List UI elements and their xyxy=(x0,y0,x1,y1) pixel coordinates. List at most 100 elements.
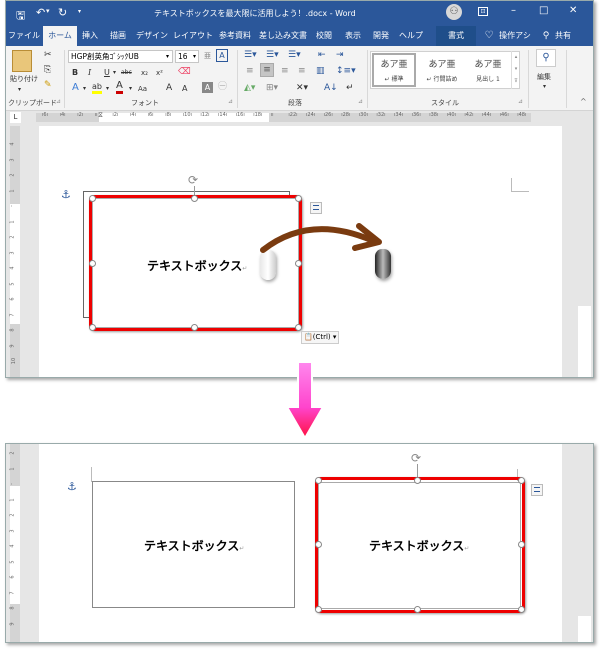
resize-handle[interactable] xyxy=(414,477,421,484)
resize-handle[interactable] xyxy=(89,324,96,331)
sort-icon[interactable]: A↓ xyxy=(324,82,338,94)
style-item-normal[interactable]: あア亜 ↵ 標準 xyxy=(372,53,416,87)
clear-formatting-icon[interactable]: ⌫ xyxy=(178,66,191,78)
distributed-icon[interactable]: ▥ xyxy=(316,65,325,77)
save-icon[interactable]: 🖫 xyxy=(16,7,25,26)
resize-handle[interactable] xyxy=(295,324,302,331)
borders-icon[interactable]: ⊞▾ xyxy=(266,82,278,94)
format-painter-icon[interactable]: ✎ xyxy=(44,79,52,91)
rotate-handle-icon[interactable]: ⟳ xyxy=(411,451,421,465)
increase-indent-icon[interactable]: ⇥ xyxy=(336,49,344,61)
resize-handle[interactable] xyxy=(518,606,525,613)
tab-help[interactable]: ヘルプ xyxy=(396,26,426,46)
underline-button[interactable]: U xyxy=(104,67,110,79)
line-spacing-icon[interactable]: ↕≡▾ xyxy=(336,65,356,77)
shrink-font-button[interactable]: A xyxy=(182,83,187,95)
find-icon[interactable]: ⚲ xyxy=(536,49,556,67)
tab-view[interactable]: 表示 xyxy=(340,26,366,46)
styles-launcher-icon[interactable]: ⊿ xyxy=(518,96,523,108)
resize-handle[interactable] xyxy=(191,324,198,331)
paste-options-button[interactable]: 📋(Ctrl) ▾ xyxy=(301,331,340,344)
minimize-button[interactable]: – xyxy=(511,5,516,16)
scrollbar-thumb[interactable] xyxy=(578,306,591,377)
resize-handle[interactable] xyxy=(518,541,525,548)
shading-icon[interactable]: ◭▾ xyxy=(244,82,255,94)
resize-handle[interactable] xyxy=(414,606,421,613)
account-icon[interactable]: ⚇ xyxy=(446,4,462,20)
italic-button[interactable]: I xyxy=(88,67,91,79)
vertical-scrollbar[interactable] xyxy=(576,444,593,642)
highlight-color-icon[interactable]: ab xyxy=(92,82,102,94)
undo-icon[interactable]: ↶ xyxy=(36,6,45,19)
vertical-scrollbar[interactable] xyxy=(576,111,593,377)
rotate-handle-icon[interactable]: ⟳ xyxy=(188,173,198,187)
collapse-ribbon-icon[interactable]: ^ xyxy=(580,96,587,108)
tab-layout[interactable]: レイアウト xyxy=(172,26,214,46)
tab-home[interactable]: ホーム xyxy=(43,26,77,46)
resize-handle[interactable] xyxy=(89,260,96,267)
style-item-heading1[interactable]: あア亜 見出し 1 xyxy=(466,55,510,89)
copy-icon[interactable]: ⎘ xyxy=(44,64,51,76)
styles-scroll[interactable]: ▴ ▾ ⊽ xyxy=(511,51,520,89)
paragraph-launcher-icon[interactable]: ⊿ xyxy=(358,96,363,108)
scrollbar-thumb[interactable] xyxy=(578,616,591,642)
align-left-icon[interactable]: ≡ xyxy=(246,65,254,77)
align-center-icon[interactable]: ≡ xyxy=(260,63,274,77)
character-shading-icon[interactable]: A xyxy=(202,82,213,93)
tab-design[interactable]: デザイン xyxy=(134,26,170,46)
paste-label[interactable]: 貼り付け xyxy=(10,74,38,84)
font-name-select[interactable]: HGP創英角ｺﾞｼｯｸUB ▾ xyxy=(68,50,173,63)
resize-handle[interactable] xyxy=(89,195,96,202)
text-effects-icon[interactable]: A xyxy=(72,82,79,94)
tab-format[interactable]: 書式 xyxy=(436,26,476,46)
style-item-no-spacing[interactable]: あア亜 ↵ 行間詰め xyxy=(420,55,464,89)
resize-handle[interactable] xyxy=(315,606,322,613)
superscript-button[interactable]: x² xyxy=(156,67,163,79)
tell-me-search[interactable]: 操作アシ xyxy=(495,26,535,46)
underline-dropdown-icon[interactable]: ▾ xyxy=(113,67,116,79)
subscript-button[interactable]: x₂ xyxy=(141,67,148,79)
tab-mailings[interactable]: 差し込み文書 xyxy=(258,26,308,46)
align-right-icon[interactable]: ≡ xyxy=(281,65,289,77)
close-button[interactable]: ✕ xyxy=(569,5,577,16)
character-border-icon[interactable]: A xyxy=(216,49,228,62)
resize-handle[interactable] xyxy=(295,260,302,267)
tab-developer[interactable]: 開発 xyxy=(368,26,394,46)
layout-options-icon[interactable] xyxy=(310,202,322,214)
chevron-down-icon[interactable]: ▾ xyxy=(83,83,86,95)
paste-icon[interactable] xyxy=(12,50,32,72)
tab-review[interactable]: 校閲 xyxy=(311,26,337,46)
font-color-icon[interactable]: A xyxy=(116,81,123,94)
tab-selector-icon[interactable]: L xyxy=(10,112,21,123)
tab-file[interactable]: ファイル xyxy=(6,26,42,46)
show-formatting-icon[interactable]: ↵ xyxy=(346,82,354,94)
undo-dropdown-icon[interactable]: ▾ xyxy=(46,7,50,15)
resize-handle[interactable] xyxy=(295,195,302,202)
redo-icon[interactable]: ↻ xyxy=(58,6,67,19)
strikethrough-button[interactable]: abc xyxy=(121,67,132,79)
maximize-button[interactable]: □ xyxy=(539,5,548,16)
tab-draw[interactable]: 描画 xyxy=(105,26,131,46)
resize-handle[interactable] xyxy=(315,541,322,548)
resize-handle[interactable] xyxy=(315,477,322,484)
bullets-icon[interactable]: ☰▾ xyxy=(244,49,257,61)
enclosed-character-icon[interactable]: ㊀ xyxy=(218,81,227,93)
decrease-indent-icon[interactable]: ⇤ xyxy=(318,49,326,61)
cut-icon[interactable]: ✂ xyxy=(44,49,52,61)
multilevel-list-icon[interactable]: ☰▾ xyxy=(288,49,301,61)
grow-font-button[interactable]: A xyxy=(166,82,172,94)
justify-icon[interactable]: ≡ xyxy=(298,65,306,77)
ribbon-display-options-icon[interactable]: ⊡ xyxy=(478,7,488,16)
customize-qat-icon[interactable]: ▾ xyxy=(78,8,81,15)
change-case-button[interactable]: Aa xyxy=(138,83,147,95)
tab-insert[interactable]: 挿入 xyxy=(78,26,102,46)
phonetic-guide-icon[interactable]: 亜 xyxy=(204,50,211,62)
font-launcher-icon[interactable]: ⊿ xyxy=(228,96,233,108)
clipboard-launcher-icon[interactable]: ⊿ xyxy=(56,96,61,108)
paste-dropdown-icon[interactable]: ▾ xyxy=(18,84,21,96)
tab-references[interactable]: 参考資料 xyxy=(216,26,254,46)
chevron-down-icon[interactable]: ▾ xyxy=(129,83,132,95)
bold-button[interactable]: B xyxy=(72,67,78,79)
asian-layout-icon[interactable]: ✕▾ xyxy=(296,82,308,94)
numbering-icon[interactable]: ☰▾ xyxy=(266,49,279,61)
